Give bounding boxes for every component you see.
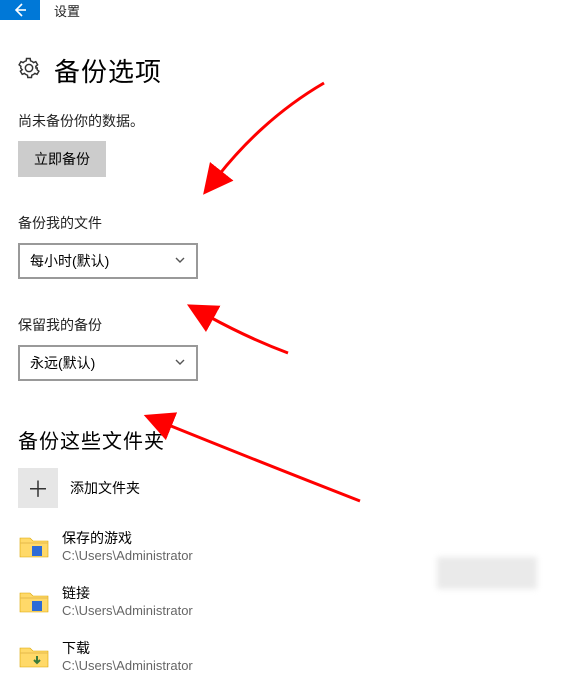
backup-frequency-label: 备份我的文件 [18,213,559,233]
backup-status-text: 尚未备份你的数据。 [18,111,559,131]
gear-icon [18,57,40,84]
retention-value: 永远(默认) [30,353,95,373]
retention-select[interactable]: 永远(默认) [18,345,198,381]
add-folder-row[interactable]: ＋ 添加文件夹 [18,468,559,508]
folder-item[interactable]: 下载 C:\Users\Administrator [18,638,559,673]
folder-path: C:\Users\Administrator [62,658,193,673]
folder-path: C:\Users\Administrator [62,603,193,618]
blurred-region [437,557,537,589]
folder-icon [18,587,50,615]
folder-icon [18,532,50,560]
arrow-left-icon [12,2,28,18]
folder-name: 保存的游戏 [62,528,193,548]
backup-frequency-select[interactable]: 每小时(默认) [18,243,198,279]
folders-heading: 备份这些文件夹 [18,425,559,454]
folder-name: 链接 [62,583,193,603]
backup-frequency-value: 每小时(默认) [30,251,109,271]
folder-name: 下载 [62,638,193,658]
chevron-down-icon [174,355,186,371]
plus-icon: ＋ [18,468,58,508]
backup-now-button[interactable]: 立即备份 [18,141,106,177]
folder-path: C:\Users\Administrator [62,548,193,563]
add-folder-label: 添加文件夹 [70,478,140,498]
retention-label: 保留我的备份 [18,315,559,335]
app-title: 设置 [40,0,80,20]
folder-icon [18,642,50,670]
chevron-down-icon [174,253,186,269]
back-button[interactable] [0,0,40,20]
page-title: 备份选项 [54,52,162,89]
